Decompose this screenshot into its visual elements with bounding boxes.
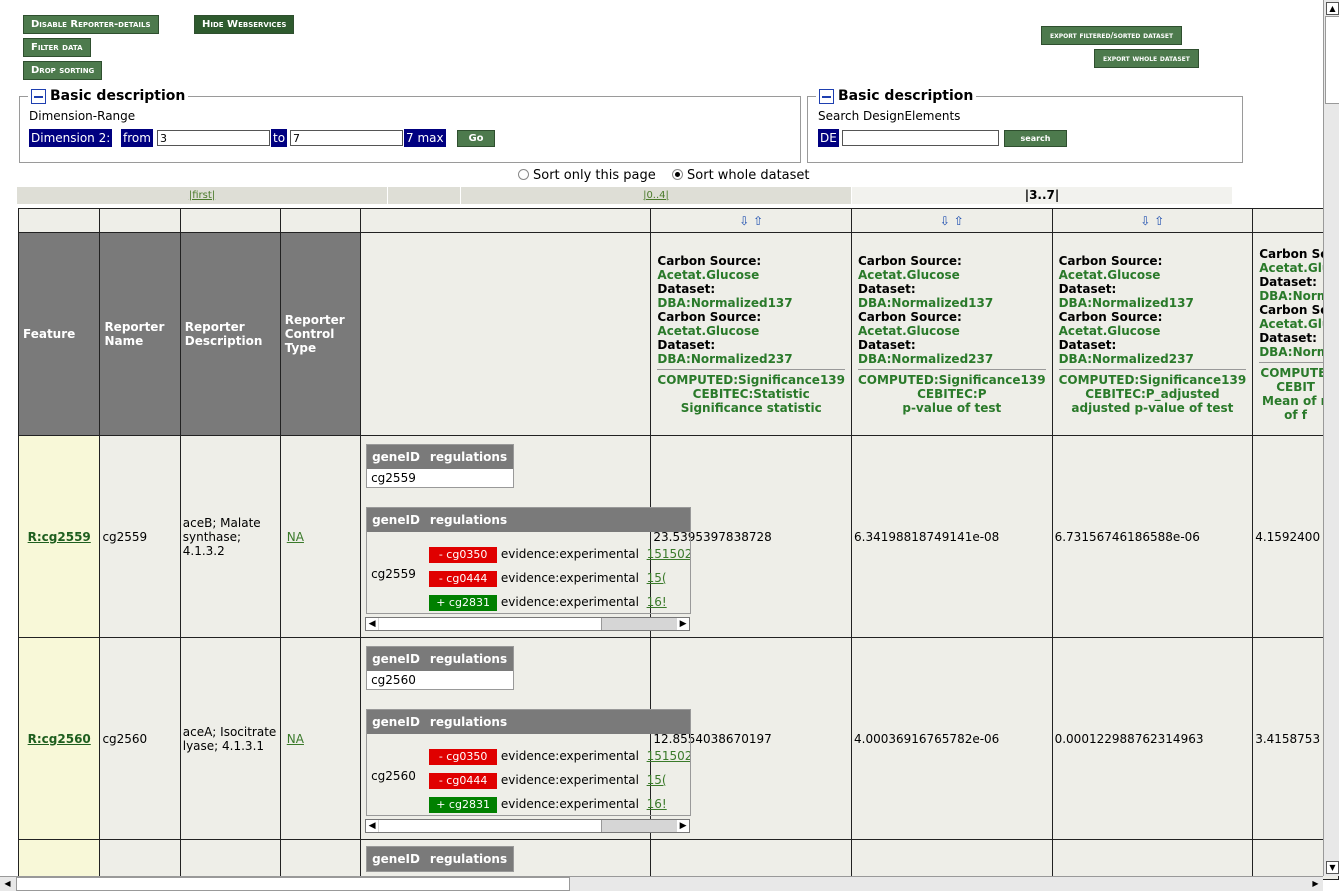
- sort-row: ⇩ ⇧ ⇩ ⇧ ⇩ ⇧: [17, 208, 1339, 233]
- vertical-scrollbar[interactable]: ▲ ▼: [1323, 0, 1339, 876]
- vertical-scroll-thumb[interactable]: [1325, 16, 1339, 104]
- pubmed-link[interactable]: 15(: [647, 773, 667, 787]
- sort-options: Sort only this page Sort whole dataset: [518, 168, 810, 183]
- table-row: geneID regulations: [17, 839, 1339, 880]
- regulation-tag: - cg0350: [429, 547, 498, 563]
- reporter-control-type: NA: [279, 435, 362, 638]
- scroll-down-icon[interactable]: ▼: [1326, 861, 1339, 874]
- column-meta: Carbon Source: Acetat.Glucose Dataset: DBA…: [1051, 232, 1254, 436]
- de-label: DE: [818, 129, 839, 147]
- na-link[interactable]: NA: [287, 732, 304, 746]
- gene-id-table: geneID regulations: [366, 846, 515, 872]
- export-filtered-button[interactable]: export filtered/sorted dataset: [1041, 26, 1183, 45]
- panel-legend: Basic description: [816, 88, 977, 104]
- collapse-icon[interactable]: [31, 88, 46, 104]
- search-button[interactable]: search: [1004, 130, 1067, 147]
- from-label: from: [121, 129, 153, 147]
- scroll-left-icon[interactable]: ◀: [366, 618, 379, 630]
- go-button[interactable]: Go: [457, 130, 495, 147]
- reporter-description: aceB; Malate synthase; 4.1.3.2: [179, 435, 281, 638]
- gene-id-table: geneID regulations cg2559: [366, 444, 515, 488]
- hide-webservices-button[interactable]: Hide Webservices: [194, 15, 295, 34]
- feature-header: Feature: [17, 232, 101, 436]
- pubmed-link[interactable]: 1515023: [647, 749, 690, 763]
- range-0-4-link[interactable]: |0..4|: [643, 190, 669, 201]
- reporter-description-header: Reporter Description: [179, 232, 281, 436]
- pager-gap: [388, 187, 460, 204]
- horizontal-scroll-thumb[interactable]: [16, 877, 570, 891]
- drop-sorting-button[interactable]: Drop sorting: [23, 61, 103, 80]
- dimension-label: Dimension 2:: [29, 129, 113, 147]
- reporter-control-type: NA: [279, 637, 362, 840]
- to-label: to: [271, 129, 288, 147]
- scroll-right-icon[interactable]: ▶: [1310, 878, 1321, 889]
- reporter-control-type-header: Reporter Control Type: [279, 232, 362, 436]
- scroll-up-icon[interactable]: ▲: [1326, 2, 1339, 15]
- pubmed-link[interactable]: 16!: [647, 797, 667, 811]
- scroll-right-icon[interactable]: ▶: [677, 618, 690, 630]
- webservices-cell: geneID regulations cg2560 geneID regulatio…: [360, 637, 692, 840]
- pubmed-link[interactable]: 1515023: [647, 547, 690, 561]
- filter-data-button[interactable]: Filter data: [23, 38, 91, 57]
- feature-link[interactable]: R:cg2560: [28, 732, 91, 746]
- from-input[interactable]: 3: [157, 130, 270, 146]
- regulations-table: geneID regulations cg2559 - cg0350 eviden…: [366, 507, 692, 614]
- webservices-header: [360, 232, 652, 436]
- disable-reporter-details-button[interactable]: Disable Reporter-details: [23, 15, 159, 34]
- pager-first: |first|: [17, 187, 387, 204]
- regulation-tag: - cg0444: [429, 571, 498, 587]
- pager-current: |3..7|: [852, 187, 1232, 204]
- dimension-range-label: Dimension-Range: [29, 109, 136, 123]
- sort-arrows[interactable]: ⇩ ⇧: [851, 208, 1053, 233]
- scroll-left-icon[interactable]: ◀: [366, 820, 379, 832]
- reporter-description: aceA; Isocitrate lyase; 4.1.3.1: [179, 637, 281, 840]
- regulations-table: geneID regulations cg2560 - cg0350 eviden…: [366, 709, 692, 816]
- export-whole-button[interactable]: export whole dataset: [1094, 49, 1199, 68]
- table-row: R:cg2560 cg2560 aceA; Isocitrate lyase; …: [17, 637, 1339, 840]
- pubmed-link[interactable]: 16!: [647, 595, 667, 609]
- collapse-icon[interactable]: [819, 88, 834, 104]
- panel-legend: Basic description: [28, 88, 189, 104]
- reporter-name: cg2560: [99, 637, 181, 840]
- scroll-right-icon[interactable]: ▶: [677, 820, 690, 832]
- sort-arrows[interactable]: ⇩ ⇧: [650, 208, 852, 233]
- feature-link[interactable]: R:cg2559: [28, 530, 91, 544]
- gene-id-table: geneID regulations cg2560: [366, 646, 515, 690]
- reporter-name: cg2559: [99, 435, 181, 638]
- regulation-tag: + cg2831: [429, 595, 498, 611]
- value-pvalue: 4.00036916765782e-06: [851, 637, 1053, 840]
- webservices-cell: geneID regulations cg2559 geneID regulatio…: [360, 435, 692, 638]
- regulation-tag: + cg2831: [429, 797, 498, 813]
- regulation-tag: - cg0444: [429, 773, 498, 789]
- column-meta: Carbon Source: Acetat.Glucose Dataset: DBA…: [650, 232, 852, 436]
- horizontal-scrollbar[interactable]: ◀ ▶: [365, 617, 691, 631]
- reporter-name-header: Reporter Name: [99, 232, 181, 436]
- pubmed-link[interactable]: 15(: [647, 571, 667, 585]
- value-padjusted: 0.000122988762314963: [1051, 637, 1254, 840]
- sort-whole-radio[interactable]: [672, 169, 684, 180]
- max-label: 7 max: [404, 129, 446, 147]
- sort-arrows[interactable]: ⇩ ⇧: [1051, 208, 1254, 233]
- pager-range: |0..4|: [461, 187, 851, 204]
- na-link[interactable]: NA: [287, 530, 304, 544]
- value-pvalue: 6.34198818749141e-08: [851, 435, 1053, 638]
- value-padjusted: 6.73156746186588e-06: [1051, 435, 1254, 638]
- regulation-tag: - cg0350: [429, 749, 498, 765]
- designelement-search-input[interactable]: [842, 130, 999, 146]
- horizontal-scrollbar[interactable]: ◀ ▶: [365, 819, 691, 833]
- data-table: ⇩ ⇧ ⇩ ⇧ ⇩ ⇧ Feature Reporter Name Report…: [17, 208, 1339, 880]
- sort-page-radio[interactable]: [518, 169, 529, 180]
- to-input[interactable]: 7: [290, 130, 403, 146]
- scroll-left-icon[interactable]: ◀: [2, 878, 13, 889]
- search-designelements-label: Search DesignElements: [818, 109, 961, 123]
- first-page-link[interactable]: |first|: [189, 190, 215, 201]
- header-row: Feature Reporter Name Reporter Descripti…: [17, 232, 1339, 436]
- column-meta: Carbon Source: Acetat.Glucose Dataset: DBA…: [851, 232, 1053, 436]
- table-row: R:cg2559 cg2559 aceB; Malate synthase; 4…: [17, 435, 1339, 638]
- horizontal-page-scrollbar[interactable]: ◀ ▶: [0, 876, 1323, 891]
